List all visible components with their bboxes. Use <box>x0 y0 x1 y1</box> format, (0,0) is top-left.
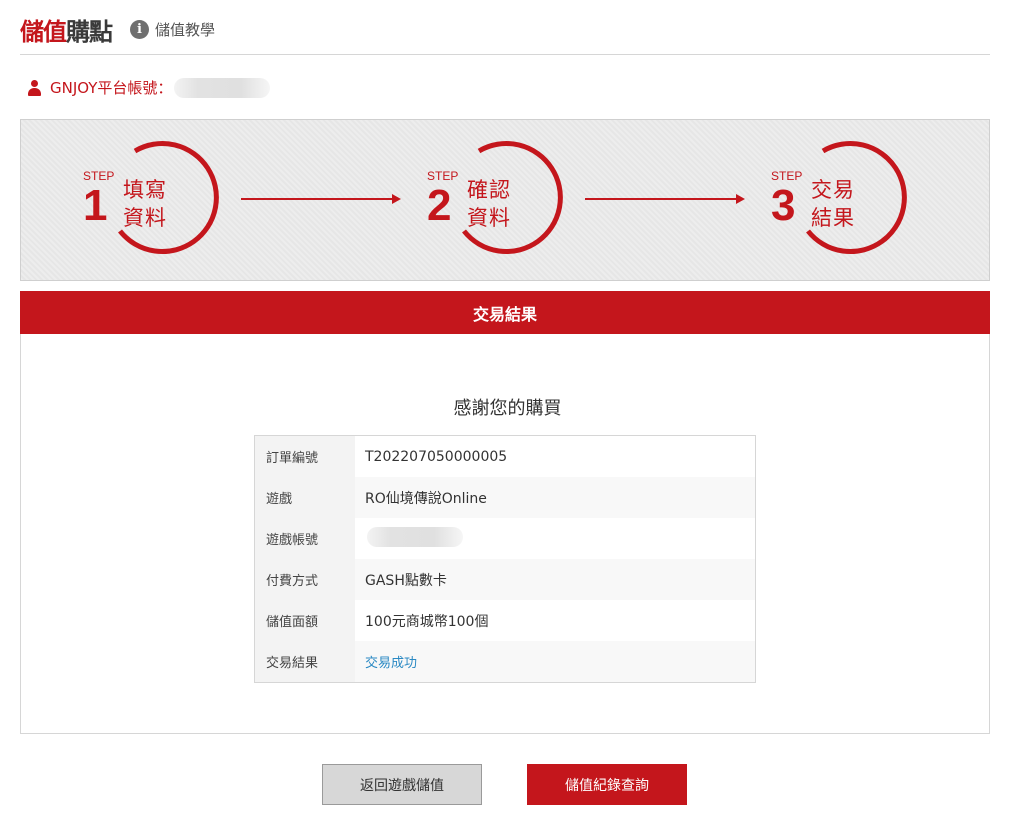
step-label-line2: 結果 <box>811 206 855 230</box>
step-label-line1: 填寫 <box>123 178 167 202</box>
step-label-line1: 交易 <box>811 178 855 202</box>
user-icon <box>28 79 41 96</box>
step-arrow-icon <box>241 194 401 204</box>
account-row: GNJOY平台帳號： <box>28 77 271 98</box>
thanks-message: 感謝您的購買 <box>453 398 562 419</box>
row-key: 遊戲帳號 <box>255 518 355 559</box>
game-value: RO仙境傳說Online <box>365 490 487 507</box>
info-icon: i <box>130 20 149 39</box>
row-key: 儲值面額 <box>255 600 355 641</box>
table-row: 遊戲帳號 <box>255 518 755 559</box>
transaction-status-value: 交易成功 <box>365 656 418 671</box>
table-row: 儲值面額 100元商城幣100個 <box>255 600 755 641</box>
page-title-part1: 儲值 <box>20 18 67 46</box>
step-label-line2: 資料 <box>123 206 167 230</box>
topup-history-button[interactable]: 儲值紀錄查詢 <box>527 764 687 805</box>
back-to-topup-button[interactable]: 返回遊戲儲值 <box>322 764 482 805</box>
page-title-part2: 購點 <box>66 18 113 46</box>
step-arrow-icon <box>585 194 745 204</box>
step-number: 3 <box>771 181 796 230</box>
step-progress: STEP 1 填寫 資料 STEP 2 確認 資料 STEP 3 交易 結果 <box>20 119 990 281</box>
amount-value: 100元商城幣100個 <box>365 613 489 630</box>
tutorial-link[interactable]: i 儲值教學 <box>130 19 215 40</box>
row-key: 訂單編號 <box>255 436 355 477</box>
result-panel-title: 交易結果 <box>20 291 990 334</box>
row-key: 遊戲 <box>255 477 355 518</box>
step-number: 2 <box>427 181 452 230</box>
page-header: 儲值購點 i 儲值教學 <box>20 0 990 55</box>
table-row: 訂單編號 T202207050000005 <box>255 436 755 477</box>
table-row: 付費方式 GASH點數卡 <box>255 559 755 600</box>
step-3: STEP 3 交易 結果 <box>771 140 907 258</box>
page-title: 儲值購點 <box>20 12 113 47</box>
step-label-line2: 資料 <box>467 206 511 230</box>
step-1: STEP 1 填寫 資料 <box>83 140 219 258</box>
account-value-masked <box>174 77 271 98</box>
tutorial-label: 儲值教學 <box>155 21 216 39</box>
game-account-value <box>355 526 463 551</box>
payment-method-value: GASH點數卡 <box>365 572 447 589</box>
step-number: 1 <box>83 181 108 230</box>
table-row: 交易結果 交易成功 <box>255 641 755 682</box>
order-info-table: 訂單編號 T202207050000005 遊戲 RO仙境傳說Online 遊戲… <box>254 435 756 683</box>
account-label: GNJOY平台帳號： <box>50 79 173 97</box>
order-number-value: T202207050000005 <box>365 448 508 465</box>
game-account-masked <box>367 526 463 547</box>
table-row: 遊戲 RO仙境傳說Online <box>255 477 755 518</box>
row-key: 付費方式 <box>255 559 355 600</box>
row-key: 交易結果 <box>255 641 355 682</box>
step-label-line1: 確認 <box>467 178 511 202</box>
step-2: STEP 2 確認 資料 <box>427 140 563 258</box>
